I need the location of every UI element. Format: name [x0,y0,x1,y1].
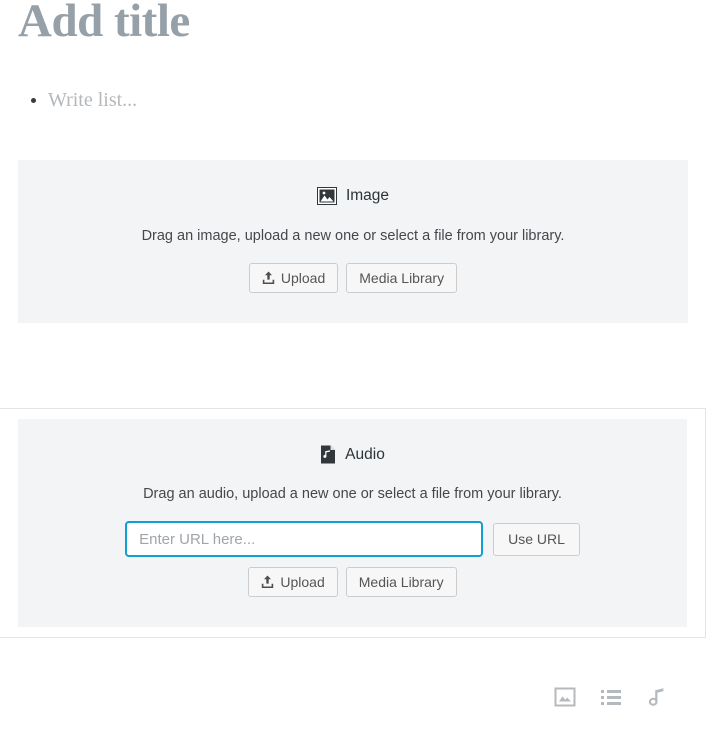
image-block-instructions: Drag an image, upload a new one or selec… [141,228,565,244]
insert-audio-button[interactable] [642,682,672,712]
audio-block-label: Audio [345,445,385,463]
image-block-header: Image [38,186,668,206]
upload-icon [262,271,275,285]
insert-audio-icon [645,685,669,709]
list-item[interactable]: Write list... [31,86,688,114]
post-title-input[interactable]: Add title [18,0,688,48]
audio-upload-button[interactable]: Upload [248,567,338,597]
insert-image-button[interactable] [550,682,580,712]
audio-media-library-label: Media Library [358,574,444,590]
audio-icon [320,445,336,464]
audio-block[interactable]: Audio Drag an audio, upload a new one or… [0,408,706,638]
list-block[interactable]: Write list... [0,86,706,114]
image-block-actions: Upload Media Library [38,263,668,293]
audio-media-library-button[interactable]: Media Library [345,567,457,597]
image-block-label: Image [345,187,390,204]
audio-use-url-button[interactable]: Use URL [493,522,580,556]
audio-url-input[interactable] [125,521,484,557]
image-media-library-button[interactable]: Media Library [346,263,458,293]
list-block-items: Write list... [18,86,688,114]
audio-upload-label: Upload [280,574,325,590]
insert-image-icon [553,685,577,709]
image-icon [316,186,337,206]
insert-list-icon [599,685,623,709]
audio-block-actions: Upload Media Library [38,567,667,597]
block-editor-canvas: Add title Write list... Image Drag an im… [0,0,706,739]
bottom-inserter-toolbar [0,682,706,712]
post-title-row: Add title [0,0,706,48]
image-block[interactable]: Image Drag an image, upload a new one or… [0,150,706,333]
audio-url-row: Use URL [38,521,667,557]
image-block-placeholder: Image Drag an image, upload a new one or… [18,160,688,323]
audio-block-header: Audio [38,445,667,464]
image-upload-label: Upload [280,270,326,286]
audio-block-placeholder: Audio Drag an audio, upload a new one or… [18,419,687,627]
image-media-library-label: Media Library [359,270,445,286]
audio-block-instructions: Drag an audio, upload a new one or selec… [143,486,562,502]
upload-icon [261,575,274,589]
image-upload-button[interactable]: Upload [248,263,339,293]
insert-list-button[interactable] [596,682,626,712]
